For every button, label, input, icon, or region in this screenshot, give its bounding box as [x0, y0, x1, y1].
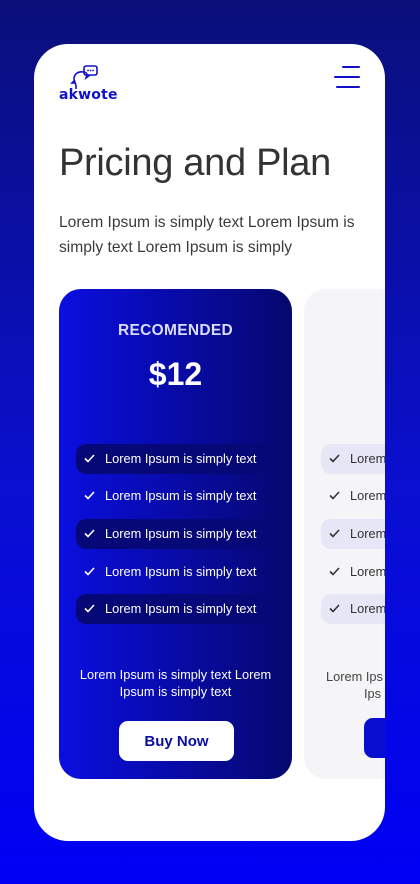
feature-item: Lorem Ipsum is simply text [76, 444, 275, 474]
check-icon [329, 529, 340, 538]
check-icon [329, 567, 340, 576]
feature-label: Lorem Ipsum is simply text [105, 451, 257, 466]
plan-name: RECOMENDED [118, 322, 233, 339]
feature-item: Lorem Ipsum is simply text [76, 557, 275, 587]
feature-item: Lorem [321, 557, 385, 587]
feature-label: Lorem [350, 564, 385, 579]
plan-note: Lorem Ipsum is simply text Lorem Ipsum i… [79, 667, 272, 699]
brand-logo[interactable]: akwote [59, 65, 119, 105]
check-icon [84, 567, 95, 576]
check-icon [84, 529, 95, 538]
feature-label: Lorem Ipsum is simply text [105, 526, 257, 541]
feature-label: Lorem [350, 488, 385, 503]
check-icon [329, 604, 340, 613]
check-icon [84, 454, 95, 463]
feature-item: Lorem Ipsum is simply text [76, 594, 275, 624]
feature-item: Lorem [321, 594, 385, 624]
feature-label: Lorem Ipsum is simply text [105, 564, 257, 579]
feature-label: Lorem [350, 601, 385, 616]
page-title: Pricing and Plan [59, 142, 331, 184]
check-icon [329, 454, 340, 463]
check-icon [329, 491, 340, 500]
brand-name: akwote [59, 87, 118, 103]
buy-button-secondary[interactable] [364, 718, 385, 758]
pricing-card-secondary: R Lorem Lorem Lorem Lorem Lorem Lorem Ip… [304, 289, 385, 779]
feature-item: Lorem [321, 519, 385, 549]
buy-now-button[interactable]: Buy Now [119, 721, 234, 761]
plan-note-line: Ips [364, 686, 382, 701]
plan-name: R [304, 322, 385, 340]
plan-note-line: Lorem Ips [326, 669, 383, 684]
hamburger-menu-icon[interactable] [332, 66, 362, 92]
feature-label: Lorem [350, 526, 385, 541]
plan-price: $12 [148, 356, 203, 392]
check-icon [84, 491, 95, 500]
feature-item: Lorem [321, 481, 385, 511]
phone-screen: akwote Pricing and Plan Lorem Ipsum is s… [34, 44, 385, 841]
logo-head-chat-icon [70, 65, 98, 89]
feature-label: Lorem [350, 451, 385, 466]
plan-note: Lorem Ips Ips [326, 668, 385, 702]
check-icon [84, 604, 95, 613]
feature-label: Lorem Ipsum is simply text [105, 601, 257, 616]
feature-item: Lorem Ipsum is simply text [76, 481, 275, 511]
page-description: Lorem Ipsum is simply text Lorem Ipsum i… [59, 214, 355, 256]
pricing-card-recommended: RECOMENDED $12 Lorem Ipsum is simply tex… [59, 289, 292, 779]
feature-item: Lorem [321, 444, 385, 474]
feature-label: Lorem Ipsum is simply text [105, 488, 257, 503]
feature-item: Lorem Ipsum is simply text [76, 519, 275, 549]
